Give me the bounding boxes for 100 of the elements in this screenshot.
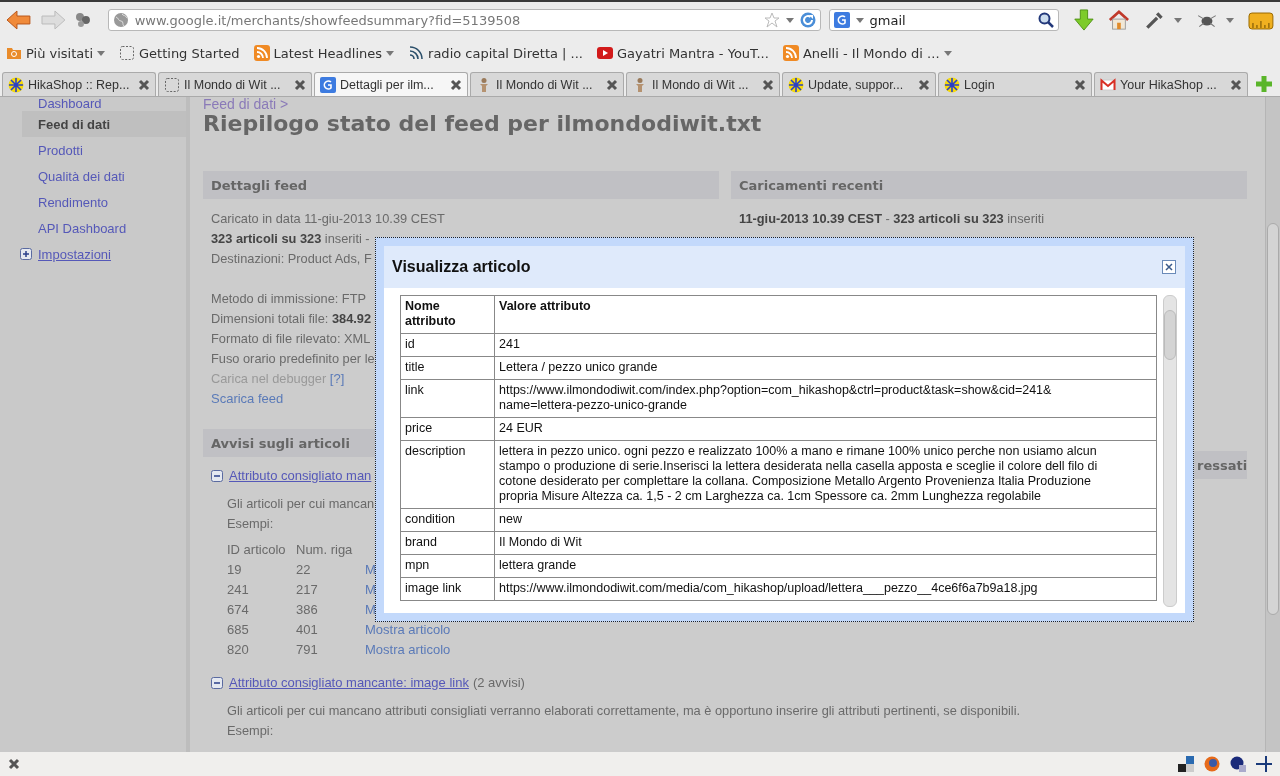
help-link[interactable]: [?] — [329, 371, 345, 386]
table-cell: price — [400, 417, 495, 441]
section-header: Caricamenti recenti — [731, 171, 1247, 199]
star-icon[interactable] — [763, 12, 780, 28]
warning-count: (2 avvisi) — [472, 675, 525, 690]
home-icon[interactable] — [1108, 9, 1131, 31]
download-arrow-icon[interactable] — [1072, 9, 1095, 31]
table-cell: 241 — [494, 333, 1157, 357]
download-link[interactable]: Scarica feed — [211, 391, 284, 406]
minus-icon[interactable] — [211, 469, 223, 482]
table-cell-text: 820 — [227, 641, 250, 659]
sidebar-item[interactable]: Rendimento — [22, 189, 186, 215]
caret-icon[interactable] — [1226, 17, 1235, 23]
close-icon[interactable] — [606, 78, 618, 91]
table-cell-text: 22 — [296, 561, 312, 579]
sidebar-item[interactable]: Qualità dei dati — [22, 163, 186, 189]
bookmark-item[interactable]: Latest Headlines — [253, 45, 395, 61]
table-cell: lettera in pezzo unico. ogni pezzo e realizzato 100% a mano e rimane 100% unico perche non usiamo alcun stampo o produzione di serie.Inserisci la lettera desiderata nella casella apposta e sceglie il colore dell filo di cotone desiderato per complettare la collana. Composizione Metallo Argento Provenienza Italia Produzione propria Misure Altezza ca. 1,5 - 2 cm Larghezza ca. 1cm Spessore ca. 2mm Lunghezza regolabile — [494, 440, 1157, 509]
close-icon[interactable] — [8, 758, 20, 770]
table-cell: https://www.ilmondodiwit.com/index.php?option=com_hikashop&ctrl=product&task=show&cid=241& name=lettera-pezzo-unico-grande — [494, 379, 1157, 418]
show-item-link[interactable]: Mostra articolo — [365, 620, 451, 640]
sidebar-item[interactable]: Prodotti — [22, 137, 186, 163]
table-cell: image link — [400, 577, 495, 601]
examples-label: Esempi: — [227, 515, 274, 533]
column-header: Nome attributo — [400, 295, 495, 334]
browser-tab[interactable]: Update, suppor... — [782, 72, 936, 96]
ruler-icon[interactable] — [1248, 9, 1275, 31]
browser-tab[interactable]: Il Mondo di Wit ... — [470, 72, 624, 96]
show-item-link[interactable]: M — [365, 560, 376, 580]
bookmark-item[interactable]: Gayatri Mantra - YouT... — [597, 45, 769, 61]
table-cell-text: 19 — [227, 561, 243, 579]
plus-icon[interactable] — [20, 248, 32, 260]
sidebar-item[interactable]: Dashboard — [22, 97, 186, 111]
rss-icon — [253, 45, 270, 61]
caret-icon[interactable] — [855, 17, 864, 23]
browser-tab[interactable]: Dettagli per ilm... — [314, 72, 468, 96]
search-bar[interactable]: gmail — [828, 9, 1059, 31]
blank-page-icon — [119, 45, 135, 61]
close-icon[interactable] — [1162, 260, 1176, 274]
warning-description: Gli articoli per cui mancan — [227, 495, 375, 513]
close-icon[interactable] — [1074, 78, 1086, 91]
detail-text: Destinazioni: Product Ads, F — [211, 250, 372, 268]
back-arrow-icon[interactable] — [6, 9, 32, 31]
detail-text: Metodo di immissione: FTP — [211, 290, 367, 308]
table-cell-text: 386 — [296, 601, 319, 619]
close-icon[interactable] — [138, 78, 150, 91]
table-cell: Il Mondo di Wit — [494, 531, 1157, 555]
close-icon[interactable] — [918, 78, 930, 91]
detail-text: 323 articoli su 323 inseriti - — [211, 230, 370, 248]
minus-icon[interactable] — [211, 676, 223, 689]
browser-tab[interactable]: Your HikaShop ... — [1094, 72, 1248, 96]
address-bar[interactable]: www.google.it/merchants/showfeedsummary?fid=5139508 — [107, 9, 821, 31]
google-icon — [320, 76, 336, 93]
section-header: Dettagli feed — [203, 171, 719, 199]
squares-icon[interactable] — [1178, 756, 1194, 772]
close-icon[interactable] — [762, 78, 774, 91]
close-icon[interactable] — [450, 78, 462, 91]
google-icon[interactable] — [833, 12, 850, 28]
show-item-link[interactable]: M — [365, 600, 376, 620]
bookmark-item[interactable]: Getting Started — [119, 45, 240, 61]
bookmark-item[interactable]: Anelli - Il Mondo di ... — [782, 45, 952, 61]
rss-icon — [782, 45, 799, 61]
browser-tab[interactable]: Login — [938, 72, 1092, 96]
browser-tab[interactable]: Il Mondo di Wit ... — [626, 72, 780, 96]
table-cell: condition — [400, 508, 495, 532]
detail-text: Dimensioni totali file: 384.92 — [211, 310, 372, 328]
close-icon[interactable] — [1230, 78, 1242, 91]
table-cell: new — [494, 508, 1157, 532]
table-cell-text: 401 — [296, 621, 319, 639]
browser-tab[interactable]: HikaShop :: Rep... — [2, 72, 156, 96]
show-item-link[interactable]: M — [365, 580, 376, 600]
detail-text: Formato di file rilevato: XML — [211, 330, 371, 348]
reload-icon[interactable] — [799, 12, 816, 28]
sidebar-item[interactable]: Feed di dati — [22, 111, 186, 137]
table-cell: mpn — [400, 554, 495, 578]
section-header: Avvisi sugli articoli — [203, 429, 375, 457]
bookmark-item[interactable]: Più visitati — [6, 45, 105, 61]
warning-link[interactable]: Attributo consigliato mancante: image link — [229, 675, 469, 690]
warning-link[interactable]: Attributo consigliato man — [229, 468, 372, 483]
flower-icon — [944, 76, 960, 93]
sidebar-item[interactable]: Impostazioni — [20, 241, 186, 267]
table-cell-text: 217 — [296, 581, 319, 599]
table-cell-text: 791 — [296, 641, 319, 659]
folder-icon — [6, 45, 22, 61]
table-cell: brand — [400, 531, 495, 555]
scrollbar[interactable] — [1265, 97, 1280, 752]
scrollbar[interactable] — [1163, 295, 1177, 607]
show-item-link[interactable]: Mostra articolo — [365, 640, 451, 660]
bookmark-item[interactable]: radio capital Diretta | ... — [408, 45, 583, 61]
sidebar-item[interactable]: API Dashboard — [22, 215, 186, 241]
column-header: ID articolo — [227, 541, 287, 559]
caret-icon[interactable] — [1174, 17, 1183, 23]
mail-icon — [1100, 76, 1116, 93]
close-icon[interactable] — [294, 78, 306, 91]
browser-tab[interactable]: Il Mondo di Wit ... — [158, 72, 312, 96]
dialog-title: Visualizza articolo — [392, 258, 531, 276]
caret-icon[interactable] — [785, 17, 794, 23]
search-icon[interactable] — [1037, 12, 1054, 28]
table-cell: Lettera / pezzo unico grande — [494, 356, 1157, 380]
table-cell: https://www.ilmondodiwit.com/media/com_hikashop/upload/lettera___pezzo__4ce6f6a7b9a18.jpg — [494, 577, 1157, 601]
